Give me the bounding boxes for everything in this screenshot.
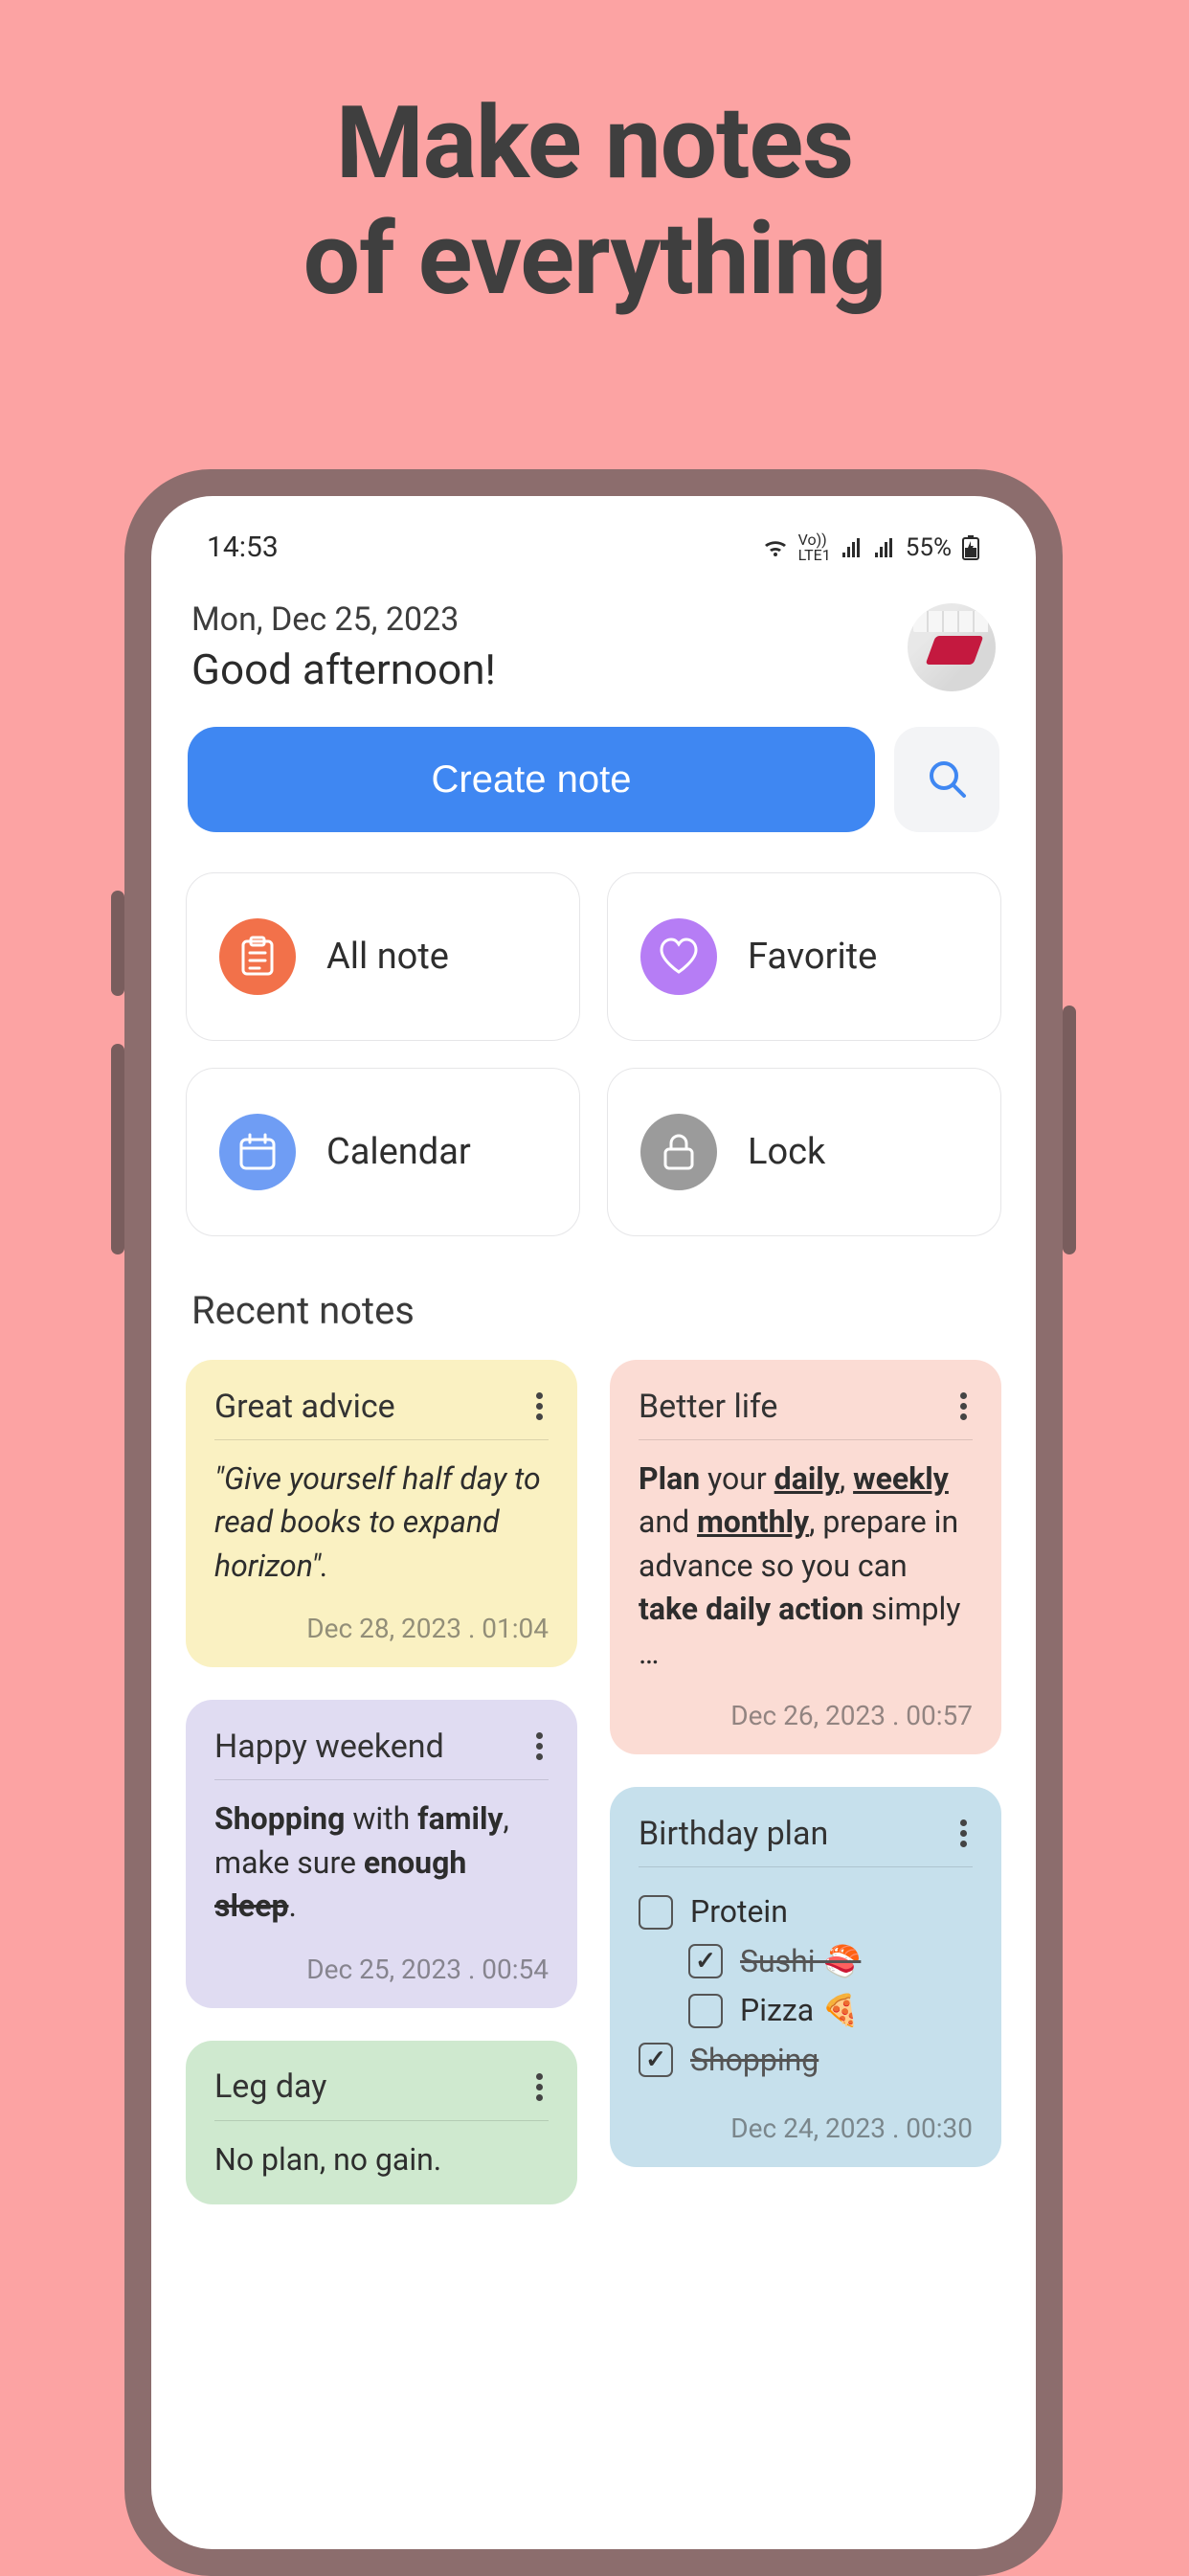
note-better-life[interactable]: Better life Plan your daily, weekly and … <box>610 1360 1001 1754</box>
status-bar: 14:53 Vo))LTE1 55% <box>186 523 1001 581</box>
checklist-label: Sushi 🍣 <box>740 1940 861 1983</box>
checklist-label: Protein <box>690 1890 788 1933</box>
app-header: Mon, Dec 25, 2023 Good afternoon! <box>186 581 1001 727</box>
more-icon[interactable] <box>954 1387 973 1426</box>
note-title: Birthday plan <box>639 1815 828 1853</box>
note-title: Happy weekend <box>214 1728 444 1766</box>
network-label: Vo))LTE1 <box>798 532 831 563</box>
notes-icon <box>219 918 296 995</box>
note-happy-weekend[interactable]: Happy weekend Shopping with family, make… <box>186 1700 577 2007</box>
hero-title: Make notes of everything <box>0 0 1189 318</box>
status-time: 14:53 <box>207 531 279 564</box>
checkbox-icon[interactable] <box>639 2043 673 2077</box>
note-date: Dec 24, 2023 . 00:30 <box>639 2113 973 2144</box>
category-all-note[interactable]: All note <box>186 872 580 1041</box>
category-favorite[interactable]: Favorite <box>607 872 1001 1041</box>
phone-side-button <box>111 1044 124 1254</box>
category-grid: All note Favorite Calendar Lock <box>186 872 1001 1236</box>
heart-icon <box>640 918 717 995</box>
note-date: Dec 28, 2023 . 01:04 <box>214 1613 549 1644</box>
category-lock[interactable]: Lock <box>607 1068 1001 1236</box>
checkbox-icon[interactable] <box>688 1944 723 1978</box>
greeting: Good afternoon! <box>191 644 496 694</box>
checklist-item[interactable]: Sushi 🍣 <box>688 1940 973 1983</box>
wifi-icon <box>762 537 789 558</box>
search-button[interactable] <box>894 727 999 832</box>
category-label: All note <box>326 936 449 978</box>
hero-line-2: of everything <box>0 202 1189 318</box>
calendar-icon <box>219 1114 296 1190</box>
lock-icon <box>640 1114 717 1190</box>
notes-grid: Great advice "Give yourself half day to … <box>186 1360 1001 2204</box>
phone-frame: 14:53 Vo))LTE1 55% Mon, <box>124 469 1063 2576</box>
search-icon <box>924 756 970 804</box>
checkbox-icon[interactable] <box>688 1994 723 2028</box>
status-indicators: Vo))LTE1 55% <box>762 532 980 563</box>
note-body: No plan, no gain. <box>214 2138 549 2181</box>
avatar[interactable] <box>908 603 996 691</box>
checklist-item[interactable]: Shopping <box>639 2039 973 2082</box>
phone-screen: 14:53 Vo))LTE1 55% Mon, <box>151 496 1036 2549</box>
note-great-advice[interactable]: Great advice "Give yourself half day to … <box>186 1360 577 1667</box>
more-icon[interactable] <box>530 1387 549 1426</box>
battery-text: 55% <box>906 533 952 562</box>
phone-side-button <box>1063 1006 1076 1254</box>
checklist-item[interactable]: Pizza 🍕 <box>688 1989 973 2032</box>
note-title: Leg day <box>214 2068 326 2106</box>
note-title: Great advice <box>214 1388 395 1426</box>
category-label: Favorite <box>748 936 877 978</box>
checklist-label: Shopping <box>690 2039 819 2082</box>
checkbox-icon[interactable] <box>639 1895 673 1930</box>
battery-icon <box>961 534 980 561</box>
signal-icon <box>873 538 896 557</box>
note-date: Dec 26, 2023 . 00:57 <box>639 1700 973 1731</box>
more-icon[interactable] <box>530 2068 549 2107</box>
note-date: Dec 25, 2023 . 00:54 <box>214 1954 549 1985</box>
note-body: "Give yourself half day to read books to… <box>214 1457 549 1588</box>
recent-notes-heading: Recent notes <box>191 1288 996 1333</box>
phone-side-button <box>111 891 124 996</box>
note-birthday-plan[interactable]: Birthday plan Protein Sushi 🍣 Pizza 🍕 Shopp… <box>610 1787 1001 2167</box>
signal-icon <box>841 538 864 557</box>
category-label: Calendar <box>326 1131 471 1173</box>
hero-line-1: Make notes <box>0 86 1189 202</box>
note-leg-day[interactable]: Leg day No plan, no gain. <box>186 2041 577 2204</box>
category-label: Lock <box>748 1131 825 1173</box>
note-body: Shopping with family, make sure enough s… <box>214 1797 549 1928</box>
note-body: Plan your daily, weekly and monthly, pre… <box>639 1457 973 1675</box>
more-icon[interactable] <box>530 1727 549 1766</box>
checklist-item[interactable]: Protein <box>639 1890 973 1933</box>
note-title: Better life <box>639 1388 777 1426</box>
create-note-button[interactable]: Create note <box>188 727 875 832</box>
checklist-label: Pizza 🍕 <box>740 1989 860 2032</box>
note-body: Protein Sushi 🍣 Pizza 🍕 Shopping <box>639 1885 973 2088</box>
more-icon[interactable] <box>954 1814 973 1853</box>
current-date: Mon, Dec 25, 2023 <box>191 600 496 639</box>
category-calendar[interactable]: Calendar <box>186 1068 580 1236</box>
